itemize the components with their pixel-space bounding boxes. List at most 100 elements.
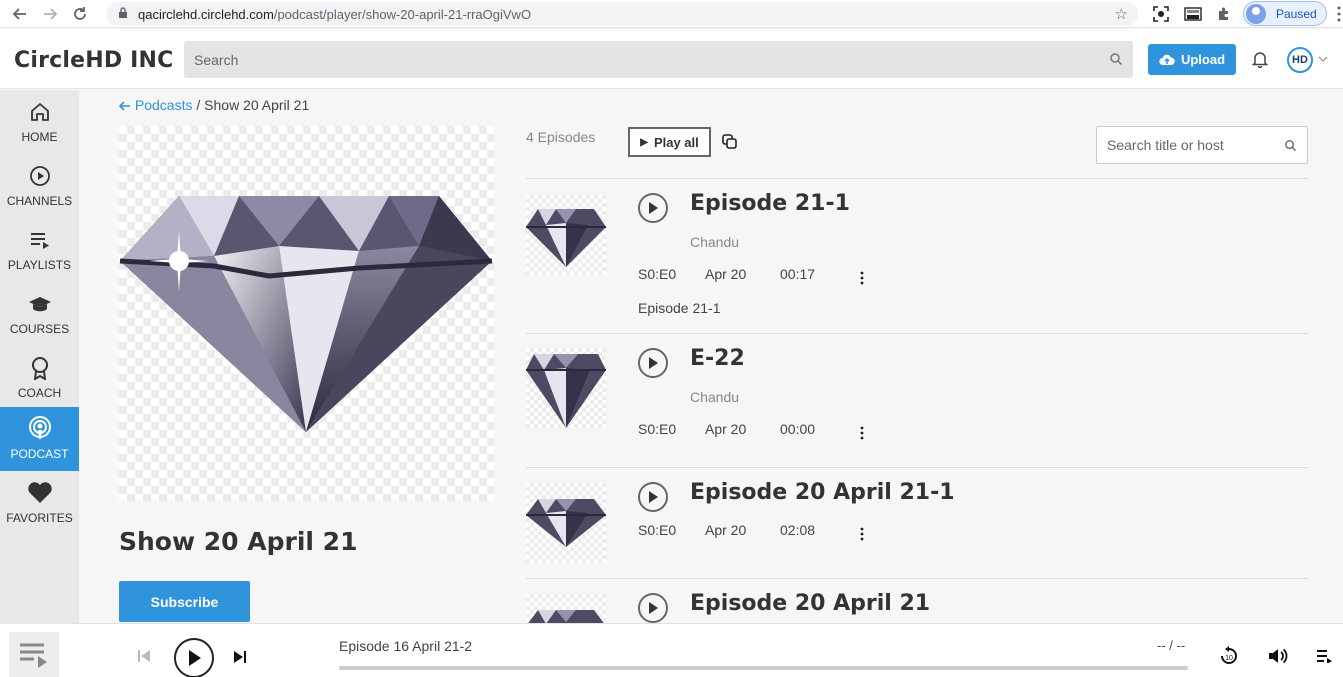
season-episode: S0:E0	[638, 421, 677, 437]
browser-menu-icon[interactable]	[1337, 6, 1341, 22]
podcast-cover-image	[119, 126, 494, 501]
playlist-menu-icon[interactable]	[1316, 649, 1332, 663]
upload-label: Upload	[1180, 52, 1226, 67]
sidebar-item-coach[interactable]: COACH	[0, 346, 79, 410]
more-options-icon[interactable]	[859, 271, 865, 285]
sidebar-item-courses[interactable]: COURSES	[0, 282, 79, 346]
cloud-upload-icon	[1159, 54, 1175, 65]
queue-button[interactable]	[9, 632, 59, 677]
podcast-icon	[28, 416, 52, 441]
episode-duration: 02:08	[780, 522, 816, 538]
list-item: Episode 20 April 21-1 S0:E0 Apr 20 02:08	[526, 468, 1308, 579]
list-item: Episode 20 April 21	[526, 579, 1308, 623]
episode-title[interactable]: Episode 20 April 21	[690, 591, 930, 616]
brand-title[interactable]: CircleHD INC	[14, 48, 174, 73]
chevron-down-icon[interactable]	[1318, 53, 1328, 65]
episode-duration: 00:00	[780, 421, 816, 437]
more-options-icon[interactable]	[859, 527, 865, 541]
episode-thumbnail	[526, 594, 606, 623]
volume-icon[interactable]	[1268, 647, 1288, 665]
list-item: Episode 21-1 Chandu S0:E0 Apr 20 00:17 E…	[526, 179, 1308, 334]
back-arrow-icon[interactable]	[8, 2, 32, 26]
sidebar-item-label: HOME	[21, 130, 58, 144]
audio-player: Episode 16 April 21-2 -- / -- 10	[0, 623, 1343, 677]
sidebar-item-podcast[interactable]: PODCAST	[0, 407, 79, 471]
copy-link-icon[interactable]	[722, 134, 738, 150]
skip-next-icon[interactable]	[233, 650, 247, 664]
reload-icon[interactable]	[68, 2, 92, 26]
lock-icon	[118, 6, 128, 22]
sidebar-item-label: COACH	[17, 386, 62, 400]
home-icon	[29, 100, 51, 124]
more-options-icon[interactable]	[859, 426, 865, 440]
heart-icon	[27, 481, 53, 505]
sidebar-item-label: CHANNELS	[6, 194, 73, 208]
episode-search-input[interactable]	[1097, 127, 1307, 163]
award-icon	[30, 356, 50, 380]
episode-play-button[interactable]	[638, 193, 668, 223]
sidebar-item-playlists[interactable]: PLAYLISTS	[0, 218, 79, 282]
skip-previous-icon[interactable]	[137, 649, 151, 663]
sidebar-item-label: PLAYLISTS	[7, 258, 72, 272]
graduation-cap-icon	[28, 292, 52, 316]
episode-play-button[interactable]	[638, 348, 668, 378]
play-all-label: Play all	[653, 134, 699, 150]
episode-date: Apr 20	[705, 522, 747, 538]
subscribe-button[interactable]: Subscribe	[119, 581, 250, 622]
browser-toolbar: qacirclehd.circlehd.com/podcast/player/s…	[0, 0, 1343, 28]
episode-date: Apr 20	[705, 266, 747, 282]
sidebar-item-label: FAVORITES	[6, 511, 73, 525]
sidebar-item-label: PODCAST	[10, 447, 69, 461]
breadcrumb-separator: /	[196, 97, 201, 113]
search-input[interactable]	[184, 41, 1133, 78]
play-icon	[649, 202, 658, 214]
bookmark-star-icon[interactable]: ☆	[1115, 5, 1128, 23]
episode-title[interactable]: E-22	[690, 346, 745, 371]
queue-icon	[20, 643, 47, 668]
episode-title[interactable]: Episode 21-1	[690, 191, 850, 216]
episode-play-button[interactable]	[638, 593, 668, 623]
news-extension-icon[interactable]	[1184, 5, 1202, 23]
playlist-icon	[29, 228, 51, 252]
extensions-puzzle-icon[interactable]	[1215, 5, 1233, 23]
play-all-button[interactable]: ▶ Play all	[628, 127, 711, 157]
sidebar-item-label: COURSES	[9, 322, 70, 336]
profile-button[interactable]: Paused	[1243, 1, 1327, 26]
upload-button[interactable]: Upload	[1148, 44, 1236, 75]
search-icon[interactable]	[1284, 139, 1297, 152]
sidebar-item-channels[interactable]: CHANNELS	[0, 154, 79, 218]
main-play-button[interactable]	[174, 638, 214, 677]
play-icon	[649, 602, 658, 614]
now-playing-title: Episode 16 April 21-2	[339, 638, 473, 654]
replay-10-icon[interactable]: 10	[1219, 646, 1239, 666]
episode-play-button[interactable]	[638, 482, 668, 512]
sidebar-item-home[interactable]: HOME	[0, 90, 79, 154]
episode-thumbnail	[526, 483, 606, 563]
screenshot-extension-icon[interactable]	[1152, 5, 1170, 23]
breadcrumb-back-link[interactable]: Podcasts	[118, 97, 196, 113]
progress-bar[interactable]	[339, 666, 1188, 670]
episode-host: Chandu	[690, 234, 740, 250]
play-circle-icon	[29, 164, 51, 188]
episode-title[interactable]: Episode 20 April 21-1	[690, 480, 955, 505]
play-icon	[189, 650, 201, 666]
notification-bell-icon[interactable]	[1252, 51, 1268, 68]
sidebar-item-favorites[interactable]: FAVORITES	[0, 471, 79, 535]
sidebar: HOME CHANNELS PLAYLISTS COURSES COACH PO…	[0, 90, 79, 623]
svg-text:10: 10	[1225, 655, 1233, 662]
episode-description: Episode 21-1	[638, 300, 721, 316]
address-bar[interactable]: qacirclehd.circlehd.com/podcast/player/s…	[106, 2, 1138, 26]
episode-duration: 00:17	[780, 266, 816, 282]
global-search	[184, 41, 1133, 78]
play-icon: ▶	[640, 136, 648, 148]
breadcrumb: Podcasts / Show 20 April 21	[118, 97, 310, 113]
forward-arrow-icon[interactable]	[38, 2, 62, 26]
play-icon	[649, 357, 658, 369]
breadcrumb-current: Show 20 April 21	[204, 97, 310, 113]
season-episode: S0:E0	[638, 522, 677, 538]
account-logo[interactable]: HD	[1287, 47, 1313, 73]
season-episode: S0:E0	[638, 266, 677, 282]
episode-thumbnail	[526, 348, 606, 428]
search-icon[interactable]	[1109, 52, 1123, 66]
episode-date: Apr 20	[705, 421, 747, 437]
